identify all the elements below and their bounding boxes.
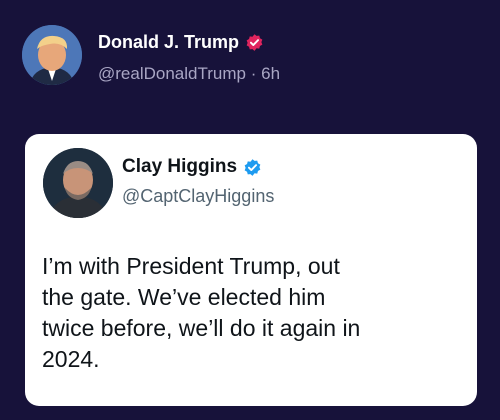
quoted-author-handle[interactable]: @CaptClayHiggins (122, 186, 274, 207)
verified-badge-icon (246, 34, 263, 51)
portrait-avatar-icon (22, 25, 82, 85)
post-text-line: I’m with President Trump, out (42, 253, 340, 279)
quoted-post-text: I’m with President Trump, out the gate. … (42, 251, 462, 375)
quoted-post-card[interactable]: Clay Higgins @CaptClayHiggins I’m with P… (25, 134, 477, 406)
meta-separator: · (250, 64, 257, 83)
quoted-author-avatar[interactable] (43, 148, 113, 218)
portrait-avatar-icon (43, 148, 113, 218)
post-text-line: 2024. (42, 346, 100, 372)
post-time[interactable]: 6h (261, 64, 280, 83)
author-name[interactable]: Donald J. Trump (98, 32, 239, 53)
quoted-author-name-row[interactable]: Clay Higgins (122, 156, 262, 178)
author-handle[interactable]: @realDonaldTrump (98, 64, 246, 83)
author-name-row[interactable]: Donald J. Trump (98, 32, 264, 53)
post-text-line: the gate. We’ve elected him (42, 284, 326, 310)
verified-badge-icon (244, 158, 261, 176)
quoted-author-name[interactable]: Clay Higgins (122, 156, 237, 178)
author-avatar[interactable] (22, 25, 82, 85)
post-text-line: twice before, we’ll do it again in (42, 315, 361, 341)
author-meta: @realDonaldTrump · 6h (98, 64, 280, 84)
